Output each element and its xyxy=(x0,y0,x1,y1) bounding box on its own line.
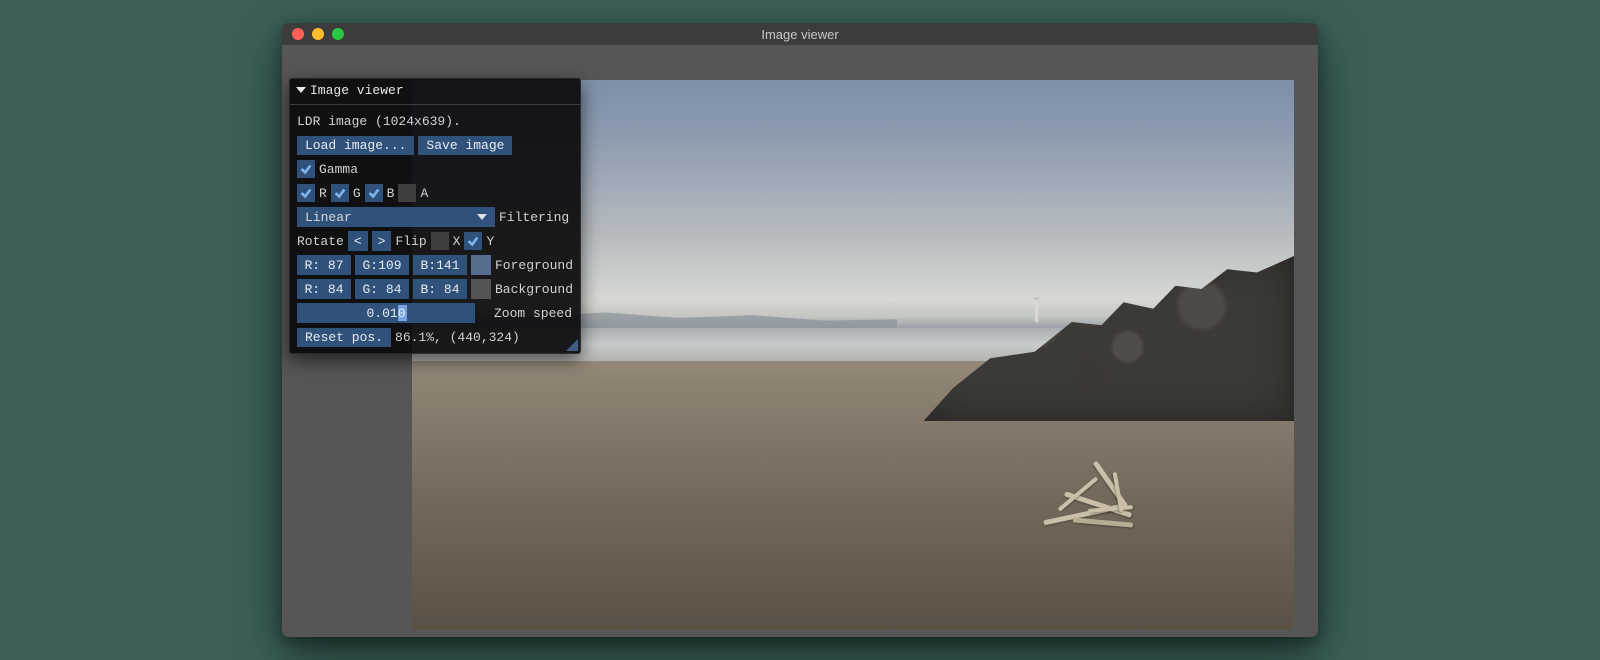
titlebar: Image viewer xyxy=(282,23,1318,45)
check-icon xyxy=(333,186,347,200)
gamma-checkbox[interactable] xyxy=(297,160,315,178)
check-icon xyxy=(466,234,480,248)
reset-pos-button[interactable]: Reset pos. xyxy=(297,328,391,347)
channel-r-label: R xyxy=(319,186,327,201)
channel-a-label: A xyxy=(420,186,428,201)
channel-b-label: B xyxy=(387,186,395,201)
fg-r-field[interactable]: R: 87 xyxy=(297,255,351,275)
collapse-arrow-icon xyxy=(296,87,306,93)
zoom-speed-label: Zoom speed xyxy=(494,306,572,321)
fg-g-field[interactable]: G:109 xyxy=(355,255,409,275)
resize-grip[interactable] xyxy=(566,339,578,351)
channel-a-checkbox[interactable] xyxy=(398,184,416,202)
flip-y-label: Y xyxy=(486,234,494,249)
channel-g-checkbox[interactable] xyxy=(331,184,349,202)
flip-x-checkbox[interactable] xyxy=(431,232,449,250)
app-window: Image viewer Image viewer xyxy=(282,23,1318,637)
content-area: Image viewer LDR image (1024x639). Load … xyxy=(282,45,1318,637)
flip-x-label: X xyxy=(453,234,461,249)
zoom-icon[interactable] xyxy=(332,28,344,40)
control-panel: Image viewer LDR image (1024x639). Load … xyxy=(289,78,581,354)
filtering-label: Filtering xyxy=(499,210,569,225)
zoom-speed-field[interactable]: 0.010 xyxy=(297,303,475,323)
load-image-button[interactable]: Load image... xyxy=(297,136,414,155)
rotate-left-button[interactable]: < xyxy=(348,231,368,251)
filtering-combo[interactable]: Linear xyxy=(297,207,495,227)
channel-g-label: G xyxy=(353,186,361,201)
bg-g-field[interactable]: G: 84 xyxy=(355,279,409,299)
check-icon xyxy=(299,162,313,176)
channel-b-checkbox[interactable] xyxy=(365,184,383,202)
fg-b-field[interactable]: B:141 xyxy=(413,255,467,275)
chevron-down-icon xyxy=(477,214,487,220)
save-image-button[interactable]: Save image xyxy=(418,136,512,155)
flip-label: Flip xyxy=(395,234,426,249)
zoom-speed-value: 0.010 xyxy=(297,303,475,323)
bg-r-field[interactable]: R: 84 xyxy=(297,279,351,299)
channel-r-checkbox[interactable] xyxy=(297,184,315,202)
flip-y-checkbox[interactable] xyxy=(464,232,482,250)
filtering-value: Linear xyxy=(305,210,352,225)
zoom-status: 86.1%, (440,324) xyxy=(395,330,520,345)
gamma-label: Gamma xyxy=(319,162,358,177)
bg-swatch[interactable] xyxy=(471,279,491,299)
rotate-right-button[interactable]: > xyxy=(372,231,392,251)
check-icon xyxy=(367,186,381,200)
rotate-label: Rotate xyxy=(297,234,344,249)
check-icon xyxy=(299,186,313,200)
fg-label: Foreground xyxy=(495,258,573,273)
panel-title-bar[interactable]: Image viewer xyxy=(290,79,580,102)
panel-title: Image viewer xyxy=(310,83,404,98)
window-title: Image viewer xyxy=(282,27,1318,42)
fg-swatch[interactable] xyxy=(471,255,491,275)
image-info: LDR image (1024x639). xyxy=(297,114,461,129)
close-icon[interactable] xyxy=(292,28,304,40)
minimize-icon[interactable] xyxy=(312,28,324,40)
bg-b-field[interactable]: B: 84 xyxy=(413,279,467,299)
bg-label: Background xyxy=(495,282,573,297)
